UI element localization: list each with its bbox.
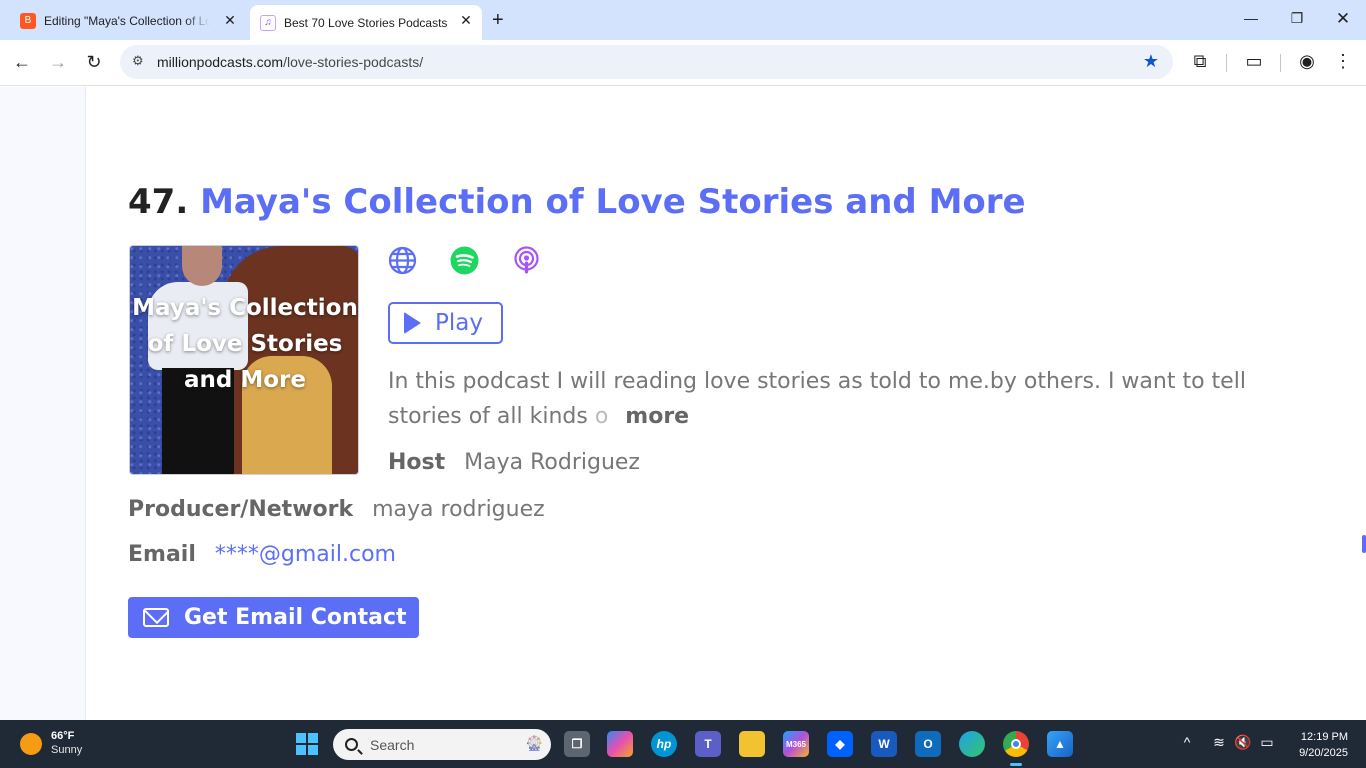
weather-widget[interactable]: 66°F Sunny — [20, 729, 82, 758]
url-text[interactable]: millionpodcasts.com/love-stories-podcast… — [157, 54, 423, 70]
sun-icon — [20, 732, 42, 755]
cover-title: Maya's Collection of Love Stories and Mo… — [132, 295, 358, 393]
profile-icon[interactable]: ◉ — [1295, 51, 1319, 72]
email-value[interactable]: ****@gmail.com — [215, 542, 396, 567]
play-button[interactable]: Play — [388, 302, 503, 344]
podcast-links — [388, 246, 541, 275]
tab-search-icon[interactable]: ▭ — [1242, 51, 1266, 72]
weather-temp: 66°F — [51, 730, 75, 742]
bookmark-star-icon[interactable]: ★ — [1143, 51, 1159, 72]
system-clock[interactable]: 12:19 PM 9/20/2025 — [1299, 729, 1348, 761]
cover-figure-face — [182, 246, 222, 286]
envelope-icon — [143, 608, 169, 627]
toolbar-divider — [1280, 54, 1281, 72]
scroll-indicator[interactable] — [1362, 535, 1366, 553]
search-highlight-icon: 🎡 — [525, 735, 543, 751]
left-rail — [0, 87, 86, 720]
tab-editing-post[interactable]: B Editing "Maya's Collection of Lo ✕ — [8, 5, 246, 36]
extensions-icon[interactable]: ⧉ — [1188, 51, 1212, 72]
more-link[interactable]: more — [625, 404, 689, 429]
description-fade: o — [594, 404, 609, 429]
host-value: Maya Rodriguez — [464, 450, 640, 475]
podcast-heading: 47. Maya's Collection of Love Stories an… — [128, 182, 1026, 222]
spotify-icon[interactable] — [450, 246, 479, 275]
play-label: Play — [435, 310, 483, 336]
menu-icon[interactable]: ⋮ — [1331, 51, 1355, 72]
email-label: Email — [128, 542, 196, 567]
apple-podcasts-icon[interactable] — [512, 246, 541, 275]
blogger-icon: B — [20, 12, 36, 29]
task-view-icon[interactable]: ❐ — [564, 731, 590, 757]
search-icon — [345, 738, 358, 751]
teams-icon[interactable]: T — [695, 731, 721, 757]
site-info-icon[interactable]: ⚙ — [132, 53, 144, 69]
description-text: In this podcast I will reading love stor… — [388, 369, 1246, 429]
close-tab-icon[interactable]: ✕ — [458, 12, 474, 29]
host-row: Host Maya Rodriguez — [388, 450, 640, 475]
dropbox-icon[interactable]: ◆ — [827, 731, 853, 757]
email-button-label: Get Email Contact — [184, 605, 407, 630]
rank-number: 47. — [128, 182, 189, 222]
search-placeholder: Search — [370, 736, 415, 753]
word-icon[interactable]: W — [871, 731, 897, 757]
producer-row: Producer/Network maya rodriguez — [128, 497, 545, 522]
get-email-contact-button[interactable]: Get Email Contact — [128, 597, 419, 638]
copilot-icon[interactable] — [607, 731, 633, 757]
outlook-icon[interactable]: O — [915, 731, 941, 757]
show-hidden-icons-icon[interactable]: ^ — [1178, 734, 1196, 750]
host-label: Host — [388, 450, 446, 475]
producer-value: maya rodriguez — [372, 497, 545, 522]
browser-toolbar: ← → ↻ ⚙ millionpodcasts.com/love-stories… — [0, 40, 1366, 86]
close-tab-icon[interactable]: ✕ — [222, 12, 238, 29]
millionpodcasts-icon: ♫ — [260, 14, 276, 31]
email-row: Email ****@gmail.com — [128, 542, 396, 567]
minimize-icon[interactable]: — — [1241, 10, 1261, 26]
photos-icon[interactable]: ▲ — [1047, 731, 1073, 757]
clock-time: 12:19 PM — [1300, 731, 1348, 743]
forward-icon[interactable]: → — [47, 52, 69, 73]
tab-title: Editing "Maya's Collection of Lo — [44, 13, 210, 28]
windows-taskbar: 66°F Sunny Search 🎡 ❐ hp T M365 ◆ W O ▲ … — [0, 720, 1366, 768]
podcast-cover-image[interactable]: Maya's Collection of Love Stories and Mo… — [129, 245, 359, 475]
hp-icon[interactable]: hp — [651, 731, 677, 757]
taskbar-search[interactable]: Search 🎡 — [333, 729, 551, 760]
weather-condition: Sunny — [51, 744, 83, 756]
volume-muted-icon[interactable]: 🔇 — [1234, 734, 1252, 751]
podcast-description: In this podcast I will reading love stor… — [388, 364, 1318, 434]
tab-title: Best 70 Love Stories Podcasts — [284, 15, 448, 30]
address-bar[interactable]: ⚙ millionpodcasts.com/love-stories-podca… — [120, 45, 1173, 79]
wifi-icon[interactable]: ≋ — [1210, 734, 1228, 751]
restore-icon[interactable]: ❐ — [1287, 10, 1307, 27]
microsoft-365-icon[interactable]: M365 — [783, 731, 809, 757]
browser-tab-bar: B Editing "Maya's Collection of Lo ✕ ♫ B… — [0, 0, 1366, 40]
close-window-icon[interactable]: ✕ — [1333, 9, 1353, 29]
chrome-icon[interactable] — [1003, 731, 1029, 766]
page-content: 47. Maya's Collection of Love Stories an… — [0, 87, 1366, 720]
new-tab-icon[interactable]: + — [492, 9, 504, 32]
play-icon — [404, 312, 421, 334]
edge-icon[interactable] — [959, 731, 985, 757]
back-icon[interactable]: ← — [11, 52, 33, 73]
file-explorer-icon[interactable] — [739, 731, 765, 757]
toolbar-divider — [1226, 54, 1227, 72]
battery-icon[interactable]: ▭ — [1258, 734, 1276, 751]
clock-date: 9/20/2025 — [1299, 747, 1348, 759]
tab-love-stories-podcasts[interactable]: ♫ Best 70 Love Stories Podcasts ✕ — [250, 5, 482, 40]
website-icon[interactable] — [388, 246, 417, 275]
start-icon[interactable] — [296, 733, 318, 755]
podcast-title-link[interactable]: Maya's Collection of Love Stories and Mo… — [200, 182, 1026, 222]
producer-label: Producer/Network — [128, 497, 354, 522]
reload-icon[interactable]: ↻ — [83, 52, 105, 73]
